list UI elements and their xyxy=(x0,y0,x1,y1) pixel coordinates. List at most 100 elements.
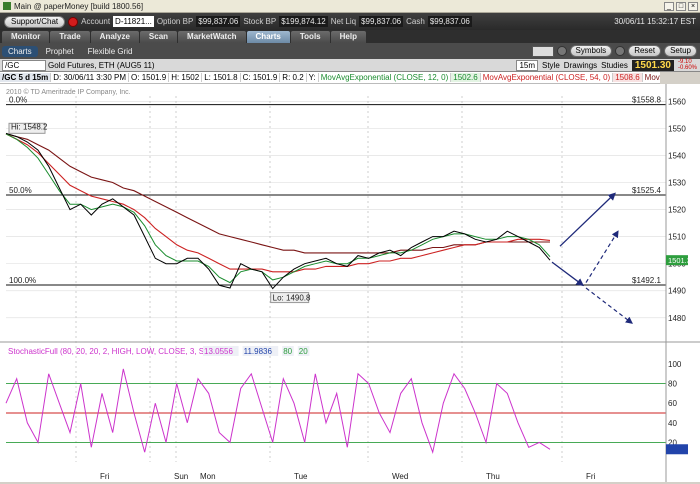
ema12-value: 1502.6 xyxy=(451,73,481,82)
minimize-icon[interactable]: _ xyxy=(664,1,674,11)
option-bp-label: Option BP xyxy=(156,17,194,26)
account-bar: Support/Chat Account D-11821... Option B… xyxy=(0,13,700,30)
tab-monitor[interactable]: Monitor xyxy=(2,31,50,43)
bar-open: O: 1501.9 xyxy=(129,73,170,82)
ema12-label[interactable]: MovAvgExponential (CLOSE, 12, 0) xyxy=(319,73,452,82)
fib-level-label: 0.0% xyxy=(9,96,27,105)
stochastic-value: 80 xyxy=(283,347,292,356)
y-tick-label: 1490 xyxy=(668,287,686,296)
fib-value-label: $1492.1 xyxy=(632,276,661,285)
account-label: Account xyxy=(81,17,111,26)
x-tick-label: Thu xyxy=(486,472,500,481)
x-tick-label: Wed xyxy=(392,472,408,481)
fib-level-label: 100.0% xyxy=(9,276,36,285)
stochastic-last-marker xyxy=(666,444,688,455)
x-tick-label: Fri xyxy=(586,472,596,481)
stock-bp-label: Stock BP xyxy=(243,17,277,26)
stochastic-tick-label: 60 xyxy=(668,399,677,408)
symbol-bar: /GC Gold Futures, ETH (AUG5 11) 15m Styl… xyxy=(0,59,700,72)
stochastic-value: 20 xyxy=(299,347,308,356)
refresh-icon[interactable] xyxy=(615,46,626,56)
window-controls: _ □ × xyxy=(664,1,700,11)
bar-date: D: 30/06/11 3:30 PM xyxy=(51,73,130,82)
app-icon xyxy=(3,2,11,10)
datetime: 30/06/11 15:32:17 EST xyxy=(614,17,696,26)
bar-range: R: 0.2 xyxy=(280,73,307,82)
stock-bp-value: $199,874.12 xyxy=(279,16,328,27)
price-change: -9.10 -0.60% xyxy=(678,59,697,71)
chart-ticker[interactable]: /GC 5 d 15m xyxy=(0,73,52,82)
account-select[interactable]: D-11821... xyxy=(113,16,154,27)
ema54-value: 1508.6 xyxy=(613,73,643,82)
x-tick-label: Fri xyxy=(100,472,110,481)
close-icon[interactable]: × xyxy=(688,1,698,11)
stochastic-value: 13.0556 xyxy=(204,347,233,356)
stochastic-tick-label: 100 xyxy=(668,360,682,369)
tab-charts[interactable]: Charts xyxy=(246,31,290,43)
bar-close: C: 1501.9 xyxy=(241,73,281,82)
stochastic-title: StochasticFull (80, 20, 20, 2, HIGH, LOW… xyxy=(8,347,219,356)
fib-value-label: $1525.4 xyxy=(632,186,661,195)
y-tick-label: 1520 xyxy=(668,206,686,215)
bar-high: H: 1502 xyxy=(169,73,203,82)
live-status-icon[interactable] xyxy=(68,16,79,27)
net-liq-value: $99,837.06 xyxy=(359,16,404,27)
fib-value-label: $1558.8 xyxy=(632,96,661,105)
bar-y: Y: xyxy=(307,73,319,82)
ema100-label[interactable]: MovAvgExponential (CL... xyxy=(643,73,660,82)
stochastic-value: 11.9836 xyxy=(244,347,273,356)
y-tick-label: 1560 xyxy=(668,97,686,106)
setup-button[interactable]: Setup xyxy=(664,45,697,57)
tab-tools[interactable]: Tools xyxy=(290,31,330,43)
style-menu[interactable]: Style xyxy=(542,61,560,70)
x-tick-label: Mon xyxy=(200,472,216,481)
title-bar: Main @ paperMoney [build 1800.56] _ □ × xyxy=(0,0,700,13)
symbol-description: Gold Futures, ETH (AUG5 11) xyxy=(48,60,155,70)
timeframe-select[interactable]: 15m xyxy=(516,59,538,71)
tab-scan[interactable]: Scan xyxy=(139,31,178,43)
stochastic-tick-label: 40 xyxy=(668,419,677,428)
chart-svg[interactable]: 2010 © TD Ameritrade IP Company, Inc. 0.… xyxy=(0,84,700,482)
stochastic-tick-label: 80 xyxy=(668,380,677,389)
subtab-flexible-grid[interactable]: Flexible Grid xyxy=(82,46,139,57)
change-pct: -0.60% xyxy=(677,65,697,71)
option-bp-value: $99,837.06 xyxy=(196,16,241,27)
high-annotation: Hi: 1548.2 xyxy=(11,122,48,131)
x-tick-label: Sun xyxy=(174,472,188,481)
symbol-input[interactable]: /GC xyxy=(2,59,46,71)
low-annotation: Lo: 1490.8 xyxy=(273,294,311,303)
fib-level-label: 50.0% xyxy=(9,186,32,195)
chart-area[interactable]: 2010 © TD Ameritrade IP Company, Inc. 0.… xyxy=(0,84,700,482)
y-tick-label: 1530 xyxy=(668,179,686,188)
drawings-menu[interactable]: Drawings xyxy=(564,61,597,70)
study-info-bar: /GC 5 d 15m D: 30/06/11 3:30 PM O: 1501.… xyxy=(0,72,660,84)
net-liq-label: Net Liq xyxy=(330,17,357,26)
last-price-marker-text: 1501.3 xyxy=(668,256,691,265)
symbols-button[interactable]: Symbols xyxy=(569,45,613,57)
subtab-prophet[interactable]: Prophet xyxy=(40,46,80,57)
window-title: Main @ paperMoney [build 1800.56] xyxy=(14,1,144,11)
tab-marketwatch[interactable]: MarketWatch xyxy=(178,31,246,43)
sub-toolbar: Charts Prophet Flexible Grid Symbols Res… xyxy=(0,43,700,59)
last-price: 1501.30 xyxy=(631,59,674,71)
y-tick-label: 1540 xyxy=(668,152,686,161)
ema54-label[interactable]: MovAvgExponential (CLOSE, 54, 0) xyxy=(481,73,614,82)
maximize-icon[interactable]: □ xyxy=(676,1,686,11)
y-tick-label: 1550 xyxy=(668,124,686,133)
main-tabs: Monitor Trade Analyze Scan MarketWatch Charts… xyxy=(0,30,700,43)
y-tick-label: 1510 xyxy=(668,233,686,242)
tab-analyze[interactable]: Analyze xyxy=(90,31,139,43)
tab-trade[interactable]: Trade xyxy=(50,31,90,43)
tab-help[interactable]: Help xyxy=(330,31,366,43)
layout-window-icon[interactable] xyxy=(531,45,554,57)
subtab-charts[interactable]: Charts xyxy=(2,45,38,57)
x-tick-label: Tue xyxy=(294,472,308,481)
bar-low: L: 1501.8 xyxy=(202,73,241,82)
gear-icon[interactable] xyxy=(556,46,567,56)
cash-value: $99,837.06 xyxy=(427,16,472,27)
reset-button[interactable]: Reset xyxy=(628,45,662,57)
studies-menu[interactable]: Studies xyxy=(601,61,628,70)
support-chat-button[interactable]: Support/Chat xyxy=(4,15,66,28)
y-tick-label: 1480 xyxy=(668,314,686,323)
cash-label: Cash xyxy=(406,17,425,26)
